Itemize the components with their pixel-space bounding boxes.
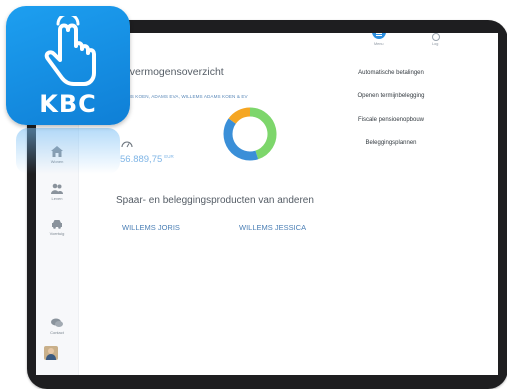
user-icon[interactable] (432, 33, 440, 41)
log-label: Log (432, 42, 439, 46)
donut-segment (223, 118, 259, 161)
sidebar-item-label: Voertuig (49, 231, 65, 236)
chat-icon (51, 318, 63, 327)
menu-item-pensioenopbouw[interactable]: Fiscale pensioenopbouw (336, 117, 446, 123)
total-amount: 56.889,75 EUR (120, 154, 174, 165)
donut-segment (249, 107, 277, 160)
menu-item-beleggingsplannen[interactable]: Beleggingsplannen (336, 140, 446, 146)
portfolio-donut-chart[interactable] (222, 106, 278, 162)
sidebar-item-label: Contact (50, 330, 64, 335)
kbc-app-icon[interactable]: KBC (6, 6, 130, 125)
car-icon (52, 220, 62, 229)
section-title-others: Spaar- en beleggingsproducten van andere… (116, 195, 314, 206)
page-title: n vermogensoverzicht (121, 66, 224, 78)
currency: EUR (164, 154, 174, 159)
person-link-joris[interactable]: WILLEMS JORIS (122, 223, 180, 232)
menu-icon[interactable] (372, 33, 386, 39)
amount-value: 56.889,75 (120, 154, 163, 165)
tap-hand-icon (44, 16, 96, 86)
person-link-jessica[interactable]: WILLEMS JESSICA (239, 223, 306, 232)
donut-segment (228, 107, 251, 124)
owners-link[interactable]: ELMS KOEN, ADAMS EVA, WILLEMS ADAMS KOEN… (121, 94, 248, 99)
menu-item-termijnbelegging[interactable]: Openen termijnbelegging (336, 93, 446, 99)
people-icon (51, 183, 63, 194)
sidebar-item-voertuig[interactable]: Voertuig (36, 219, 78, 236)
sidebar-item-leven[interactable]: Leven (36, 183, 78, 201)
brand-logo-text: KBC (39, 90, 97, 118)
sidebar-item-contact[interactable]: Contact (36, 318, 78, 335)
gauge-icon (121, 141, 133, 148)
menu-item-automatische-betalingen[interactable]: Automatische betalingen (336, 70, 446, 76)
menu-label: Menu (374, 42, 384, 46)
sidebar-item-label: Leven (51, 196, 63, 201)
avatar[interactable] (44, 346, 58, 360)
app-icon-reflection (16, 128, 120, 174)
